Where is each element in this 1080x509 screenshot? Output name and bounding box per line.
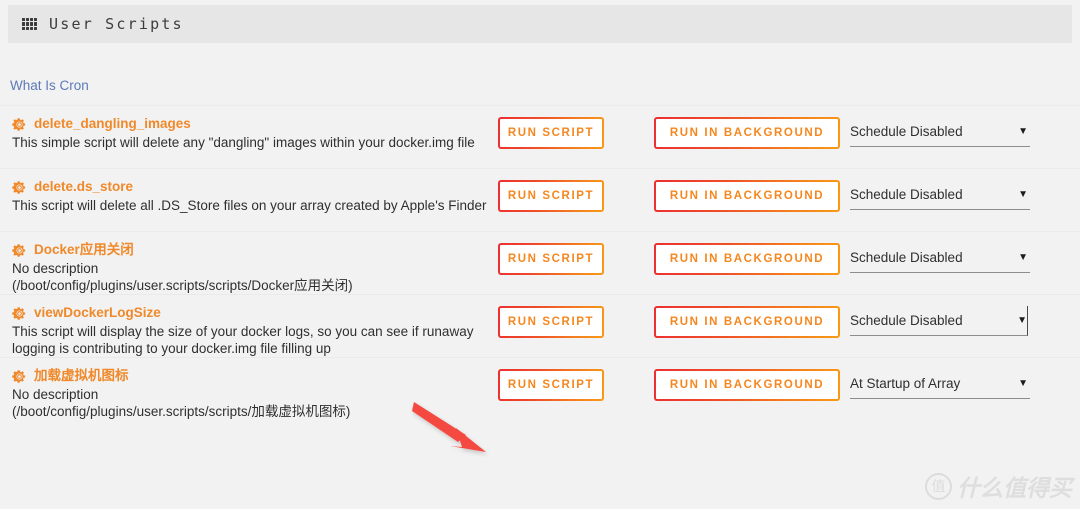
run-script-button[interactable]: RUN SCRIPT [498, 369, 604, 401]
script-name[interactable]: Docker应用关闭 [34, 242, 134, 258]
chevron-down-icon: ▼ [1018, 251, 1028, 263]
chevron-down-icon: ▼ [1017, 314, 1027, 326]
script-row: viewDockerLogSize This script will displ… [0, 294, 1080, 357]
script-description-text: No description [12, 261, 99, 276]
page-title: User Scripts [49, 15, 184, 33]
gear-icon [12, 306, 26, 320]
script-name-line: delete_dangling_images [12, 116, 492, 132]
run-script-button[interactable]: RUN SCRIPT [498, 243, 604, 275]
run-script-button[interactable]: RUN SCRIPT [498, 117, 604, 149]
run-script-button[interactable]: RUN SCRIPT [498, 306, 604, 338]
gear-icon [12, 243, 26, 257]
schedule-select[interactable]: Schedule Disabled ▼ [850, 180, 1030, 210]
script-row: delete_dangling_images This simple scrip… [0, 105, 1080, 168]
script-info: delete.ds_store This script will delete … [12, 179, 492, 214]
script-description: This simple script will delete any "dang… [12, 134, 492, 151]
what-is-cron-link[interactable]: What Is Cron [10, 78, 89, 93]
run-in-background-button[interactable]: RUN IN BACKGROUND [654, 306, 840, 338]
run-script-button[interactable]: RUN SCRIPT [498, 180, 604, 212]
gear-icon [12, 369, 26, 383]
schedule-value: Schedule Disabled [850, 313, 963, 328]
schedule-value: Schedule Disabled [850, 124, 963, 139]
chevron-down-icon: ▼ [1018, 188, 1028, 200]
script-name-line: Docker应用关闭 [12, 242, 492, 258]
script-row: 加载虚拟机图标 No description (/boot/config/plu… [0, 357, 1080, 420]
script-description: No description (/boot/config/plugins/use… [12, 386, 492, 420]
script-info: Docker应用关闭 No description (/boot/config/… [12, 242, 492, 294]
script-name[interactable]: viewDockerLogSize [34, 305, 161, 321]
grid-apps-icon [22, 17, 37, 31]
script-description-text: This script will delete all .DS_Store fi… [12, 198, 487, 213]
schedule-value: Schedule Disabled [850, 250, 963, 265]
script-row: Docker应用关闭 No description (/boot/config/… [0, 231, 1080, 294]
script-name-line: 加载虚拟机图标 [12, 368, 492, 384]
script-info: delete_dangling_images This simple scrip… [12, 116, 492, 151]
schedule-select[interactable]: Schedule Disabled ▼ [850, 306, 1028, 336]
site-watermark: 值 什么值得买 [925, 469, 1072, 503]
watermark-badge: 值 [925, 472, 952, 500]
script-row: delete.ds_store This script will delete … [0, 168, 1080, 231]
script-path: (/boot/config/plugins/user.scripts/scrip… [12, 278, 353, 293]
script-description: This script will display the size of you… [12, 323, 492, 357]
schedule-select[interactable]: At Startup of Array ▼ [850, 369, 1030, 399]
script-name[interactable]: 加载虚拟机图标 [34, 368, 129, 384]
script-path: (/boot/config/plugins/user.scripts/scrip… [12, 404, 351, 419]
page-header: User Scripts [8, 5, 1072, 43]
watermark-text: 什么值得买 [957, 476, 1072, 502]
script-description-text: No description [12, 387, 99, 402]
schedule-value: At Startup of Array [850, 376, 961, 391]
script-description: This script will delete all .DS_Store fi… [12, 197, 492, 214]
run-in-background-button[interactable]: RUN IN BACKGROUND [654, 243, 840, 275]
schedule-value: Schedule Disabled [850, 187, 963, 202]
run-in-background-button[interactable]: RUN IN BACKGROUND [654, 180, 840, 212]
gear-icon [12, 117, 26, 131]
script-name[interactable]: delete.ds_store [34, 179, 133, 195]
run-in-background-button[interactable]: RUN IN BACKGROUND [654, 117, 840, 149]
schedule-select[interactable]: Schedule Disabled ▼ [850, 117, 1030, 147]
script-list: delete_dangling_images This simple scrip… [0, 105, 1080, 420]
run-in-background-button[interactable]: RUN IN BACKGROUND [654, 369, 840, 401]
script-description: No description (/boot/config/plugins/use… [12, 260, 492, 294]
schedule-select[interactable]: Schedule Disabled ▼ [850, 243, 1030, 273]
chevron-down-icon: ▼ [1018, 377, 1028, 389]
script-name[interactable]: delete_dangling_images [34, 116, 191, 132]
script-description-text: This script will display the size of you… [12, 324, 474, 356]
script-description-text: This simple script will delete any "dang… [12, 135, 475, 150]
gear-icon [12, 180, 26, 194]
script-name-line: delete.ds_store [12, 179, 492, 195]
script-name-line: viewDockerLogSize [12, 305, 492, 321]
script-info: 加载虚拟机图标 No description (/boot/config/plu… [12, 368, 492, 420]
script-info: viewDockerLogSize This script will displ… [12, 305, 492, 357]
chevron-down-icon: ▼ [1018, 125, 1028, 137]
